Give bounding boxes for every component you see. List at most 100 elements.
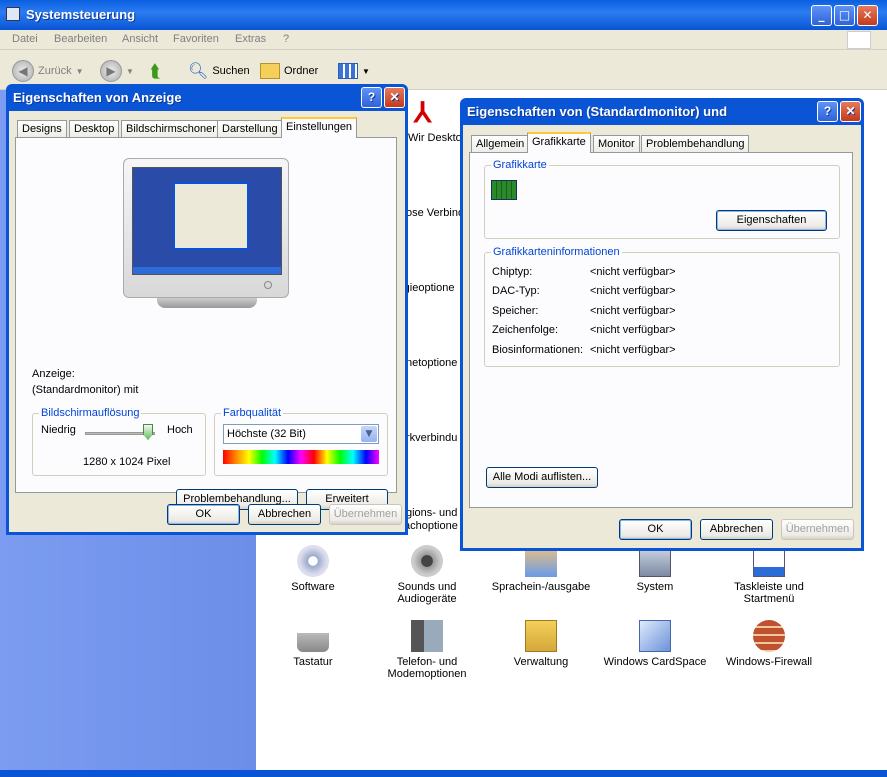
apply-button[interactable]: Übernehmen (329, 504, 402, 525)
partial-item-label[interactable]: achoptione (404, 520, 458, 532)
partial-item-label[interactable]: rgieoptione (400, 282, 454, 294)
tab-desktop[interactable]: Desktop (69, 120, 120, 138)
back-arrow-icon: ◀ (12, 60, 34, 82)
folder-icon (260, 63, 280, 79)
sounds-item[interactable]: Sounds und Audiogeräte (367, 545, 487, 605)
settings-panel: Anzeige: (Standardmonitor) mit Bildschir… (15, 137, 397, 510)
adapter-dialog-title-bar[interactable]: Eigenschaften von (Standardmonitor) und … (463, 98, 861, 125)
color-quality-group: Farbqualität Höchste (32 Bit) ▼ (214, 407, 388, 476)
title-bar[interactable]: Systemsteuerung _ □ ✕ (0, 0, 887, 30)
keyboard-icon (297, 620, 329, 652)
resolution-group: Bildschirmauflösung Niedrig Hoch 1280 x … (32, 407, 206, 476)
antivirus-icon[interactable]: ⅄ (414, 96, 444, 128)
ok-button[interactable]: OK (167, 504, 240, 525)
phone-modem-item[interactable]: Telefon- und Modemoptionen (367, 620, 487, 680)
tab-general[interactable]: Allgemein (471, 135, 530, 153)
bios-info-value: <nicht verfügbar> (590, 344, 676, 356)
admin-tools-item[interactable]: Verwaltung (481, 620, 601, 668)
admin-tools-icon (525, 620, 557, 652)
partial-item-label[interactable]: gions- und (406, 507, 457, 519)
close-button[interactable]: ✕ (384, 87, 405, 108)
cardspace-item[interactable]: Windows CardSpace (595, 620, 715, 668)
display-value: (Standardmonitor) mit (32, 384, 139, 396)
display-properties-dialog: Eigenschaften von Anzeige ? ✕ Designs De… (6, 84, 408, 535)
power-button-icon (264, 281, 272, 289)
software-icon (297, 545, 329, 577)
tab-settings[interactable]: Einstellungen (281, 117, 358, 138)
firewall-icon (753, 620, 785, 652)
window-title: Systemsteuerung (26, 7, 136, 22)
chevron-down-icon[interactable]: ▼ (361, 426, 377, 442)
cardspace-icon (639, 620, 671, 652)
close-button[interactable]: ✕ (840, 101, 861, 122)
bios-info-label: Biosinformationen: (492, 344, 584, 356)
tab-appearance[interactable]: Darstellung (217, 120, 283, 138)
color-quality-select[interactable]: Höchste (32 Bit) ▼ (223, 424, 379, 444)
menu-favoriten[interactable]: Favoriten (173, 33, 219, 45)
help-button[interactable]: ? (361, 87, 382, 108)
display-label: Anzeige: (32, 368, 75, 380)
views-icon (338, 63, 358, 79)
color-spectrum-bar (223, 450, 379, 464)
search-button[interactable]: 🔍︎ Suchen (188, 58, 250, 84)
minimize-button[interactable]: _ (811, 5, 832, 26)
tab-monitor[interactable]: Monitor (593, 135, 640, 153)
menu-extras[interactable]: Extras (235, 33, 266, 45)
resolution-slider-thumb[interactable] (143, 424, 153, 440)
chip-type-label: Chiptyp: (492, 266, 533, 278)
cancel-button[interactable]: Abbrechen (248, 504, 321, 525)
search-icon: 🔍︎ (188, 63, 209, 80)
views-button[interactable]: ▼ (338, 58, 370, 84)
cancel-button[interactable]: Abbrechen (700, 519, 773, 540)
menu-bearbeiten[interactable]: Bearbeiten (54, 33, 107, 45)
display-dialog-title-bar[interactable]: Eigenschaften von Anzeige ? ✕ (9, 84, 405, 111)
res-low-label: Niedrig (41, 424, 76, 436)
partial-item-label[interactable]: rkverbindu (406, 432, 457, 444)
speech-item[interactable]: Sprachein-/ausgabe (481, 545, 601, 593)
keyboard-item[interactable]: Tastatur (253, 620, 373, 668)
up-button[interactable]: ⮬ (150, 58, 161, 84)
partial-item-label[interactable]: ose Verbind (406, 207, 464, 219)
adapter-dialog-body: Allgemein Grafikkarte Monitor Problembeh… (463, 125, 861, 548)
menu-bar: Datei Bearbeiten Ansicht Favoriten Extra… (0, 30, 887, 50)
adapter-string-label: Zeichenfolge: (492, 324, 559, 336)
folders-button[interactable]: Ordner (260, 58, 318, 84)
adapter-panel: Grafikkarte Eigenschaften Grafikkartenin… (469, 152, 853, 508)
back-button[interactable]: ◀ Zurück ▼ (12, 58, 84, 84)
menu-ansicht[interactable]: Ansicht (122, 33, 158, 45)
firewall-item[interactable]: Windows-Firewall (709, 620, 829, 668)
preview-window (173, 182, 249, 250)
tab-designs[interactable]: Designs (17, 120, 67, 138)
help-button[interactable]: ? (817, 101, 838, 122)
maximize-button[interactable]: □ (834, 5, 855, 26)
partial-item-label[interactable]: netoptione (406, 357, 457, 369)
forward-arrow-icon: ▶ (100, 60, 122, 82)
display-dialog-body: Designs Desktop Bildschirmschoner Darste… (9, 111, 405, 532)
software-item[interactable]: Software (253, 545, 373, 593)
close-button[interactable]: ✕ (857, 5, 878, 26)
control-panel-icon (6, 7, 20, 21)
menu-datei[interactable]: Datei (12, 33, 38, 45)
adapter-string-value: <nicht verfügbar> (590, 324, 676, 336)
tab-screensaver[interactable]: Bildschirmschoner (121, 120, 221, 138)
apply-button[interactable]: Übernehmen (781, 519, 854, 540)
menu-help[interactable]: ? (283, 33, 289, 45)
chip-type-value: <nicht verfügbar> (590, 266, 676, 278)
list-all-modes-button[interactable]: Alle Modi auflisten... (486, 467, 598, 488)
monitor-screen (132, 167, 282, 275)
system-item[interactable]: System (595, 545, 715, 593)
monitor-preview (123, 158, 289, 298)
dac-type-label: DAC-Typ: (492, 285, 540, 297)
taskbar-item[interactable]: Taskleiste und Startmenü (709, 545, 829, 605)
tab-troubleshoot[interactable]: Problembehandlung (641, 135, 750, 153)
partial-item-label[interactable]: Wir Desktop (408, 132, 468, 144)
adapter-dialog-title: Eigenschaften von (Standardmonitor) und (467, 104, 728, 119)
graphics-card-icon (491, 180, 517, 200)
monitor-stand (157, 298, 257, 308)
tab-adapter[interactable]: Grafikkarte (527, 132, 591, 153)
forward-button[interactable]: ▶ ▼ (100, 58, 134, 84)
ok-button[interactable]: OK (619, 519, 692, 540)
memory-label: Speicher: (492, 305, 539, 317)
adapter-properties-button[interactable]: Eigenschaften (716, 210, 827, 231)
folder-up-icon: ⮬ (150, 60, 161, 81)
